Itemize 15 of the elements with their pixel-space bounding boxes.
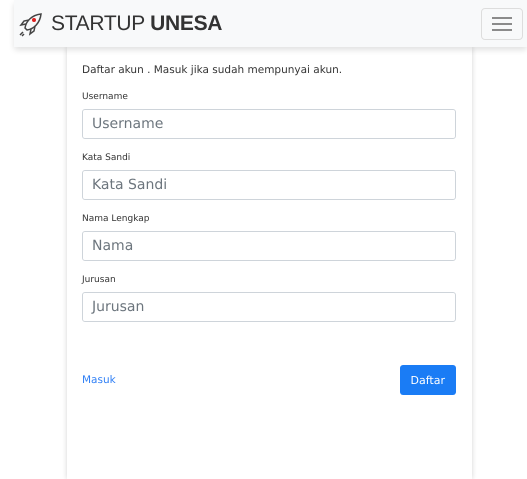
input-field[interactable]: Username	[82, 109, 456, 139]
input-field[interactable]: Kata Sandi	[82, 170, 456, 200]
register-button[interactable]: Daftar	[400, 365, 456, 395]
field-label: Username	[82, 92, 129, 102]
input-field[interactable]: Jurusan	[82, 292, 456, 322]
field-label: Kata Sandi	[82, 153, 132, 163]
menu-icon	[491, 16, 513, 32]
input-field[interactable]: Nama	[82, 231, 456, 261]
field-label: Nama Lengkap	[82, 214, 150, 224]
field-label: Jurusan	[82, 275, 117, 285]
menu-button[interactable]	[481, 8, 523, 40]
intro-text: Daftar akun . Masuk jika sudah mempunyai akun.	[82, 64, 344, 76]
brand-name: STARTUP UNESA	[51, 12, 222, 36]
rocket-icon	[18, 10, 44, 36]
login-link[interactable]: Masuk	[82, 374, 116, 386]
